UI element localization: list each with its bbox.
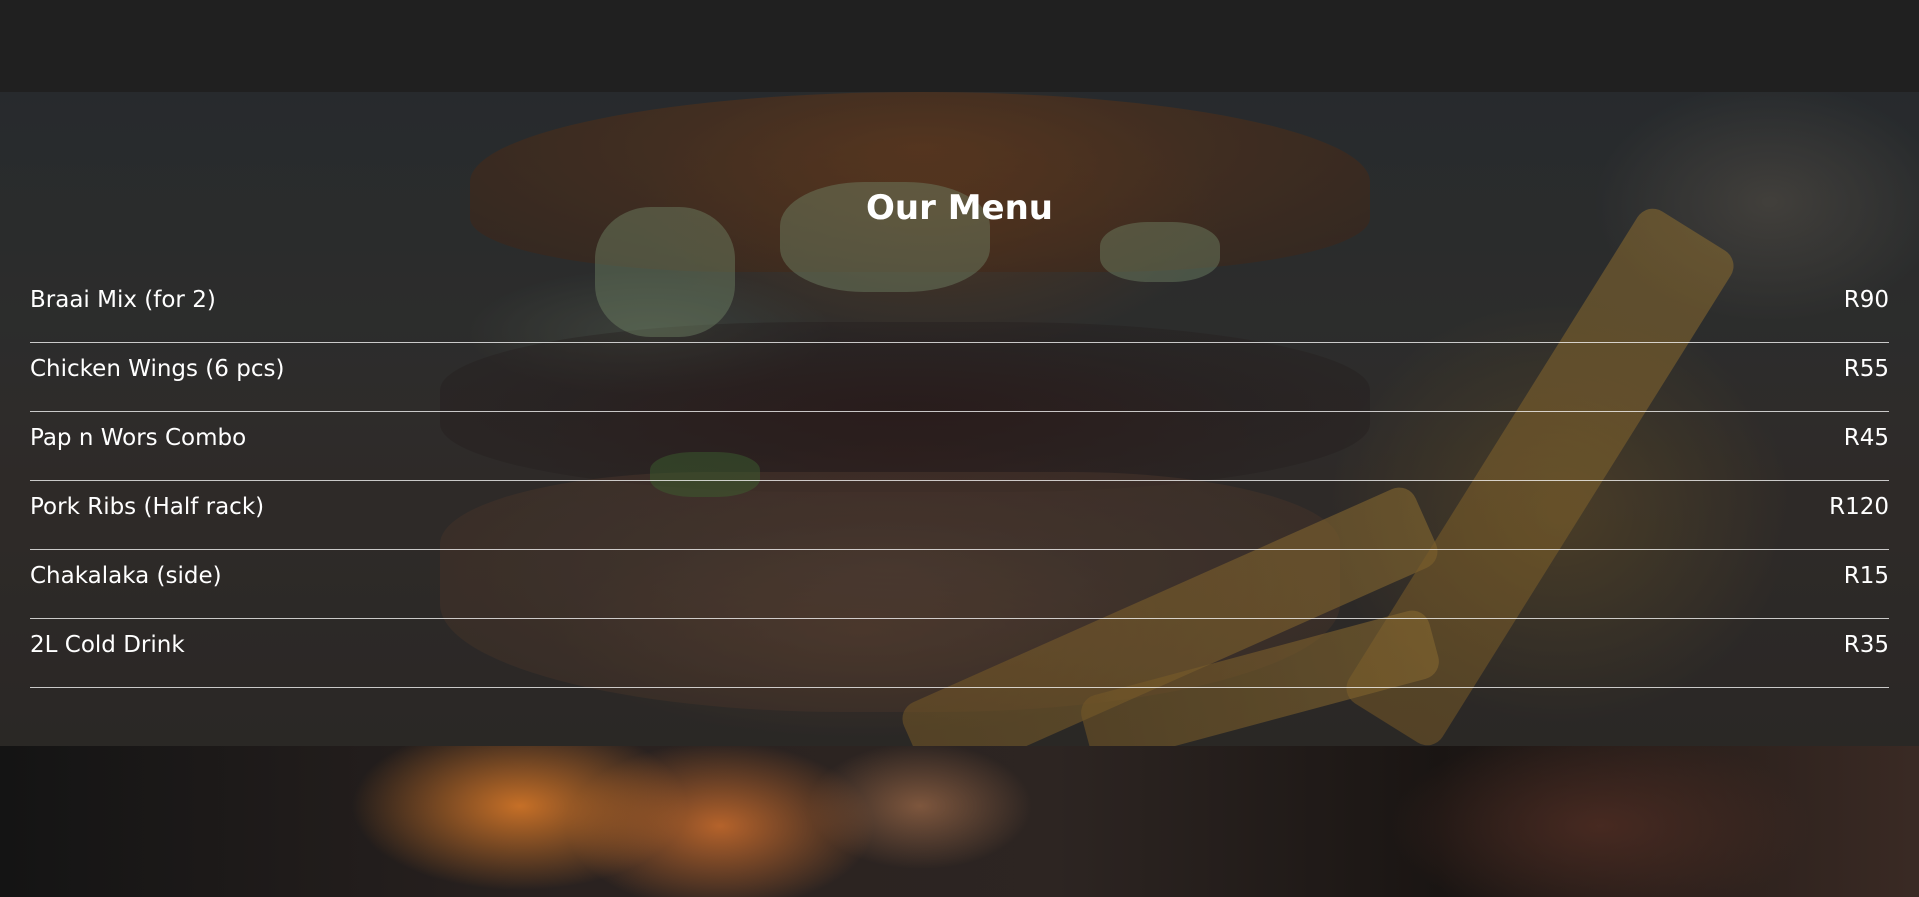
menu-item-name: Braai Mix (for 2) [30, 287, 216, 313]
menu-section: Our Menu Braai Mix (for 2) R90 Chicken W… [30, 92, 1889, 746]
menu-item: 2L Cold Drink R35 [30, 619, 1889, 688]
menu-item-price: R15 [1843, 563, 1889, 589]
menu-item: Pap n Wors Combo R45 [30, 412, 1889, 481]
menu-item: Pork Ribs (Half rack) R120 [30, 481, 1889, 550]
menu-item-name: 2L Cold Drink [30, 632, 185, 658]
menu-item-name: Chakalaka (side) [30, 563, 222, 589]
menu-item: Braai Mix (for 2) R90 [30, 274, 1889, 343]
menu-item-price: R35 [1843, 632, 1889, 658]
menu-item-price: R120 [1829, 494, 1889, 520]
menu-item-name: Pap n Wors Combo [30, 425, 247, 451]
menu-item-price: R45 [1843, 425, 1889, 451]
menu-item: Chakalaka (side) R15 [30, 550, 1889, 619]
menu-item-price: R90 [1843, 287, 1889, 313]
top-header-bar [0, 0, 1919, 92]
menu-list: Braai Mix (for 2) R90 Chicken Wings (6 p… [30, 274, 1889, 688]
menu-title: Our Menu [865, 188, 1054, 228]
menu-item-price: R55 [1843, 356, 1889, 382]
grilled-food-background-image [0, 746, 1919, 897]
menu-item-name: Chicken Wings (6 pcs) [30, 356, 285, 382]
menu-item: Chicken Wings (6 pcs) R55 [30, 343, 1889, 412]
menu-item-name: Pork Ribs (Half rack) [30, 494, 265, 520]
